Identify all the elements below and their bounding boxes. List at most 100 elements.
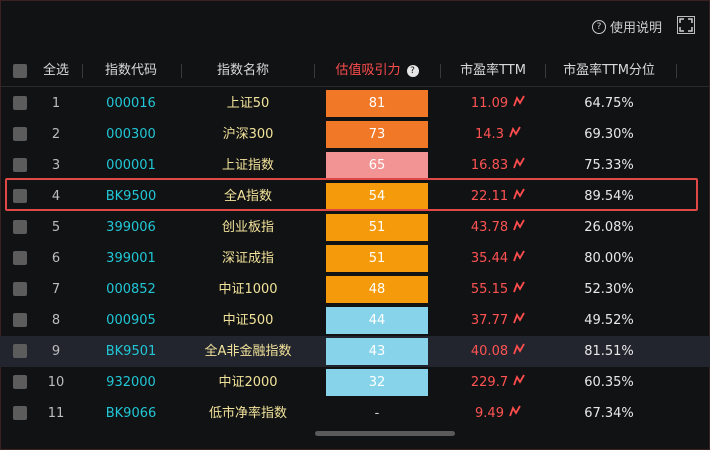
row-index: 2 [51,127,61,142]
trend-chart-icon[interactable] [513,88,525,119]
index-code[interactable]: 000852 [88,274,174,305]
fullscreen-button[interactable] [677,16,695,34]
index-name[interactable]: 上证指数 [178,150,318,181]
valuation-score: 51 [326,214,428,241]
index-name[interactable]: 上证50 [178,88,318,119]
index-name[interactable]: 全A非金融指数 [178,336,318,367]
index-code[interactable]: 399001 [88,243,174,274]
index-name[interactable]: 创业板指 [178,212,318,243]
column-separator [440,64,441,78]
row-checkbox[interactable] [13,220,27,234]
table-row[interactable]: 10 932000 中证2000 32 229.7 60.35% [0,367,710,398]
index-code[interactable]: 000905 [88,305,174,336]
index-name[interactable]: 中证2000 [178,367,318,398]
row-checkbox[interactable] [13,96,27,110]
trend-chart-icon[interactable] [509,119,521,150]
pe-ttm-number: 40.08 [470,344,509,359]
valuation-score: 65 [326,152,428,179]
table-row[interactable]: 5 399006 创业板指 51 43.78 26.08% [0,212,710,243]
index-name[interactable]: 中证1000 [178,274,318,305]
index-code[interactable]: BK9501 [88,336,174,367]
row-checkbox[interactable] [13,313,27,327]
table-row[interactable]: 8 000905 中证500 44 37.77 49.52% [0,305,710,336]
pe-ttm-percentile: 26.08% [584,220,634,235]
pe-ttm-number: 43.78 [470,220,509,235]
trend-chart-icon[interactable] [513,150,525,181]
help-link[interactable]: ? 使用说明 [592,17,662,36]
row-checkbox[interactable] [13,375,27,389]
index-code[interactable]: 000016 [88,88,174,119]
horizontal-scrollbar[interactable] [315,431,455,436]
row-checkbox[interactable] [13,406,27,420]
index-name[interactable]: 低市净率指数 [178,398,318,429]
index-code[interactable]: 000300 [88,119,174,150]
header-valuation-label: 估值吸引力 [335,63,401,78]
pe-ttm-percentile: 49.52% [584,313,634,328]
trend-chart-icon[interactable] [513,181,525,212]
select-all-checkbox[interactable] [13,64,27,78]
trend-chart-icon[interactable] [513,243,525,274]
index-name[interactable]: 深证成指 [178,243,318,274]
row-checkbox[interactable] [13,344,27,358]
pe-ttm-percentile: 69.30% [584,127,634,142]
index-code[interactable]: BK9500 [88,181,174,212]
index-name[interactable]: 沪深300 [178,119,318,150]
trend-chart-icon[interactable] [513,212,525,243]
pe-ttm-percentile: 60.35% [584,375,634,390]
top-toolbar: ? 使用说明 [0,0,710,50]
trend-chart-icon[interactable] [513,367,525,398]
column-separator [314,64,315,78]
header-pe-ttm-percentile[interactable]: 市盈率TTM分位 [553,56,665,86]
info-icon[interactable]: ? [406,64,419,77]
pe-ttm-number: 11.09 [470,96,509,111]
valuation-score: 51 [326,245,428,272]
row-checkbox[interactable] [13,189,27,203]
table-row[interactable]: 7 000852 中证1000 48 55.15 52.30% [0,274,710,305]
trend-chart-icon[interactable] [513,274,525,305]
index-code[interactable]: 399006 [88,212,174,243]
pe-ttm-percentile: 81.51% [584,344,634,359]
table-row[interactable]: 11 BK9066 低市净率指数 - 9.49 67.34% [0,398,710,429]
row-checkbox[interactable] [13,282,27,296]
pe-ttm-percentile: 52.30% [584,282,634,297]
pe-ttm-number: 16.83 [470,158,509,173]
index-code[interactable]: 932000 [88,367,174,398]
pe-ttm-percentile: 80.00% [584,251,634,266]
pe-ttm-percentile: 89.54% [584,189,634,204]
index-code[interactable]: BK9066 [88,398,174,429]
index-name[interactable]: 中证500 [178,305,318,336]
valuation-score: 54 [326,183,428,210]
pe-ttm-value: 43.78 [448,212,548,243]
trend-chart-icon[interactable] [513,336,525,367]
row-checkbox[interactable] [13,127,27,141]
row-index: 6 [51,251,61,266]
index-code[interactable]: 000001 [88,150,174,181]
table-row[interactable]: 9 BK9501 全A非金融指数 43 40.08 81.51% [0,336,710,367]
header-select-all[interactable]: 全选 [36,56,76,86]
row-checkbox[interactable] [13,251,27,265]
header-index-code[interactable]: 指数代码 [88,56,174,86]
valuation-score: 48 [326,276,428,303]
pe-ttm-number: 55.15 [470,282,509,297]
row-index: 9 [51,344,61,359]
pe-ttm-percentile: 64.75% [584,96,634,111]
header-valuation-attractiveness[interactable]: 估值吸引力? [326,56,428,86]
row-checkbox[interactable] [13,158,27,172]
row-index: 8 [51,313,61,328]
table-row[interactable]: 3 000001 上证指数 65 16.83 75.33% [0,150,710,181]
trend-chart-icon[interactable] [509,398,521,429]
table-row[interactable]: 6 399001 深证成指 51 35.44 80.00% [0,243,710,274]
row-index: 10 [47,375,65,390]
pe-ttm-value: 37.77 [448,305,548,336]
pe-ttm-number: 9.49 [475,406,504,421]
header-index-name[interactable]: 指数名称 [188,56,298,86]
table-row[interactable]: 1 000016 上证50 81 11.09 64.75% [0,88,710,119]
header-pe-ttm[interactable]: 市盈率TTM [448,56,538,86]
valuation-score: 81 [326,90,428,117]
table-row[interactable]: 4 BK9500 全A指数 54 22.11 89.54% [0,181,710,212]
pe-ttm-number: 35.44 [470,251,509,266]
trend-chart-icon[interactable] [513,305,525,336]
index-name[interactable]: 全A指数 [178,181,318,212]
row-index: 11 [47,406,65,421]
table-row[interactable]: 2 000300 沪深300 73 14.3 69.30% [0,119,710,150]
